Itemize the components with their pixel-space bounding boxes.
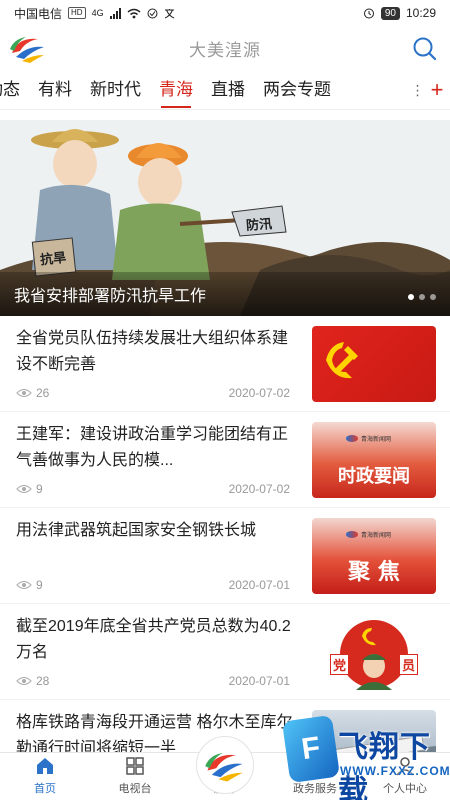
- channel-tabs-row: 动态 有料 新时代 青海 直播 两会专题: [0, 70, 331, 109]
- center-service-button[interactable]: [196, 736, 254, 794]
- mini-logo-label: 青海新闻网: [361, 437, 392, 443]
- news-date: 2020-07-01: [228, 674, 290, 688]
- news-thumbnail[interactable]: 青海新闻网 时政要闻: [312, 422, 436, 498]
- swirl-logo-icon: [205, 752, 243, 782]
- news-meta: 9 2020-07-01: [16, 578, 290, 592]
- watermark-url: WWW.FXXZ.COM: [340, 764, 450, 778]
- nav-home-label: 首页: [34, 783, 56, 795]
- mini-logo: 青海新闻网: [346, 434, 391, 443]
- alarm-icon: [363, 8, 374, 19]
- home-icon: [37, 758, 53, 774]
- app-bar: 大美湟源: [0, 26, 450, 70]
- news-meta: 26 2020-07-02: [16, 386, 290, 400]
- hd-tag: HD: [68, 7, 86, 19]
- nav-home[interactable]: 首页: [0, 753, 90, 800]
- grid-icon: [126, 757, 144, 775]
- carousel-dot[interactable]: [408, 294, 414, 300]
- view-count-value: 9: [36, 578, 43, 592]
- status-bar: 中国电信 HD 4G 90 10:29: [0, 0, 450, 26]
- nav-tv[interactable]: 电视台: [90, 753, 180, 800]
- news-date: 2020-07-02: [228, 386, 290, 400]
- banner-sign-fangxun: 防汛: [245, 216, 273, 233]
- eye-icon: [16, 389, 32, 397]
- tab-qinghai[interactable]: 青海: [159, 70, 193, 109]
- mini-logo-icon: [346, 531, 358, 538]
- news-thumbnail[interactable]: [312, 326, 436, 402]
- carousel-dots: [408, 294, 436, 300]
- watermark-logo-icon: F: [281, 714, 341, 784]
- tab-dongtai[interactable]: 动态: [0, 70, 20, 109]
- news-title: 全省党员队伍持续发展壮大组织体系建设不断完善: [16, 330, 289, 373]
- mini-logo: 青海新闻网: [346, 530, 391, 539]
- thumb-caption-left: 党: [330, 654, 350, 675]
- thumb-caption-right: 员: [398, 654, 418, 675]
- site-watermark: F 飞翔下载 WWW.FXXZ.COM: [281, 712, 450, 800]
- app-title: 大美湟源: [189, 40, 261, 60]
- thumb-caption: 聚 焦: [348, 559, 400, 585]
- plus-icon[interactable]: +: [431, 79, 444, 101]
- view-count-value: 28: [36, 674, 50, 688]
- thumb-caption: 时政要闻: [338, 466, 410, 487]
- signal-icon: [109, 7, 121, 19]
- tab-zhibo[interactable]: 直播: [211, 70, 245, 109]
- translate-icon: [164, 8, 174, 18]
- mini-logo-icon: [346, 435, 358, 442]
- banner-caption: 我省安排部署防汛抗旱工作: [0, 272, 450, 316]
- clock: 10:29: [405, 6, 436, 20]
- notification-app-icon: [147, 8, 158, 18]
- party-member-illustration: [340, 620, 408, 690]
- tab-xinshidai[interactable]: 新时代: [90, 70, 141, 109]
- carousel-dot[interactable]: [419, 294, 425, 300]
- view-count-value: 26: [36, 386, 50, 400]
- view-count: 26: [16, 386, 49, 400]
- eye-icon: [16, 677, 32, 685]
- view-count-value: 9: [36, 482, 43, 496]
- battery-indicator: 90: [380, 6, 400, 20]
- news-title: 用法律武器筑起国家安全钢铁长城: [16, 522, 257, 539]
- news-date: 2020-07-01: [228, 578, 290, 592]
- list-item[interactable]: 截至2019年底全省共产党员总数为40.2万名 28 2020-07-01 党 …: [0, 604, 450, 700]
- banner-sign-kanghan: 抗旱: [39, 249, 67, 268]
- tab-youliao[interactable]: 有料: [38, 70, 72, 109]
- list-item[interactable]: 用法律武器筑起国家安全钢铁长城 9 2020-07-01 青海新闻网 聚 焦: [0, 508, 450, 604]
- party-emblem-icon: [326, 342, 358, 379]
- wifi-icon: [127, 8, 141, 18]
- list-item[interactable]: 王建军：建设讲政治重学习能团结有正气善做事为人民的模... 9 2020-07-…: [0, 412, 450, 508]
- tab-more-area: ⋮ +: [404, 70, 450, 109]
- swirl-logo-icon[interactable]: [8, 31, 48, 65]
- news-title: 截至2019年底全省共产党员总数为40.2万名: [16, 618, 291, 661]
- view-count: 9: [16, 578, 43, 592]
- watermark-text: 飞翔下载: [338, 730, 431, 800]
- carousel-dot[interactable]: [430, 294, 436, 300]
- carrier-label: 中国电信: [14, 6, 63, 21]
- more-dots-icon[interactable]: ⋮: [411, 82, 425, 99]
- search-icon[interactable]: [410, 34, 438, 62]
- news-date: 2020-07-02: [228, 482, 290, 496]
- news-thumbnail[interactable]: 党 员: [312, 614, 436, 690]
- news-meta: 28 2020-07-01: [16, 674, 290, 688]
- nav-tv-label: 电视台: [118, 783, 152, 795]
- news-thumbnail[interactable]: 青海新闻网 聚 焦: [312, 518, 436, 594]
- list-item[interactable]: 全省党员队伍持续发展壮大组织体系建设不断完善 26 2020-07-02: [0, 316, 450, 412]
- view-count: 9: [16, 482, 43, 496]
- network-label: 4G: [91, 8, 104, 18]
- view-count: 28: [16, 674, 49, 688]
- status-bar-right: 90 10:29: [363, 6, 436, 20]
- mini-logo-label: 青海新闻网: [361, 533, 392, 539]
- status-bar-left: 中国电信 HD 4G: [14, 5, 175, 22]
- tab-lianghui[interactable]: 两会专题: [263, 70, 331, 109]
- banner-carousel[interactable]: 抗旱 防汛 我省安排部署防汛抗旱工作: [0, 120, 450, 316]
- news-meta: 9 2020-07-02: [16, 482, 290, 496]
- channel-tabs: 动态 有料 新时代 青海 直播 两会专题 ⋮ +: [0, 70, 450, 110]
- eye-icon: [16, 485, 32, 493]
- eye-icon: [16, 581, 32, 589]
- news-title: 王建军：建设讲政治重学习能团结有正气善做事为人民的模...: [16, 426, 289, 469]
